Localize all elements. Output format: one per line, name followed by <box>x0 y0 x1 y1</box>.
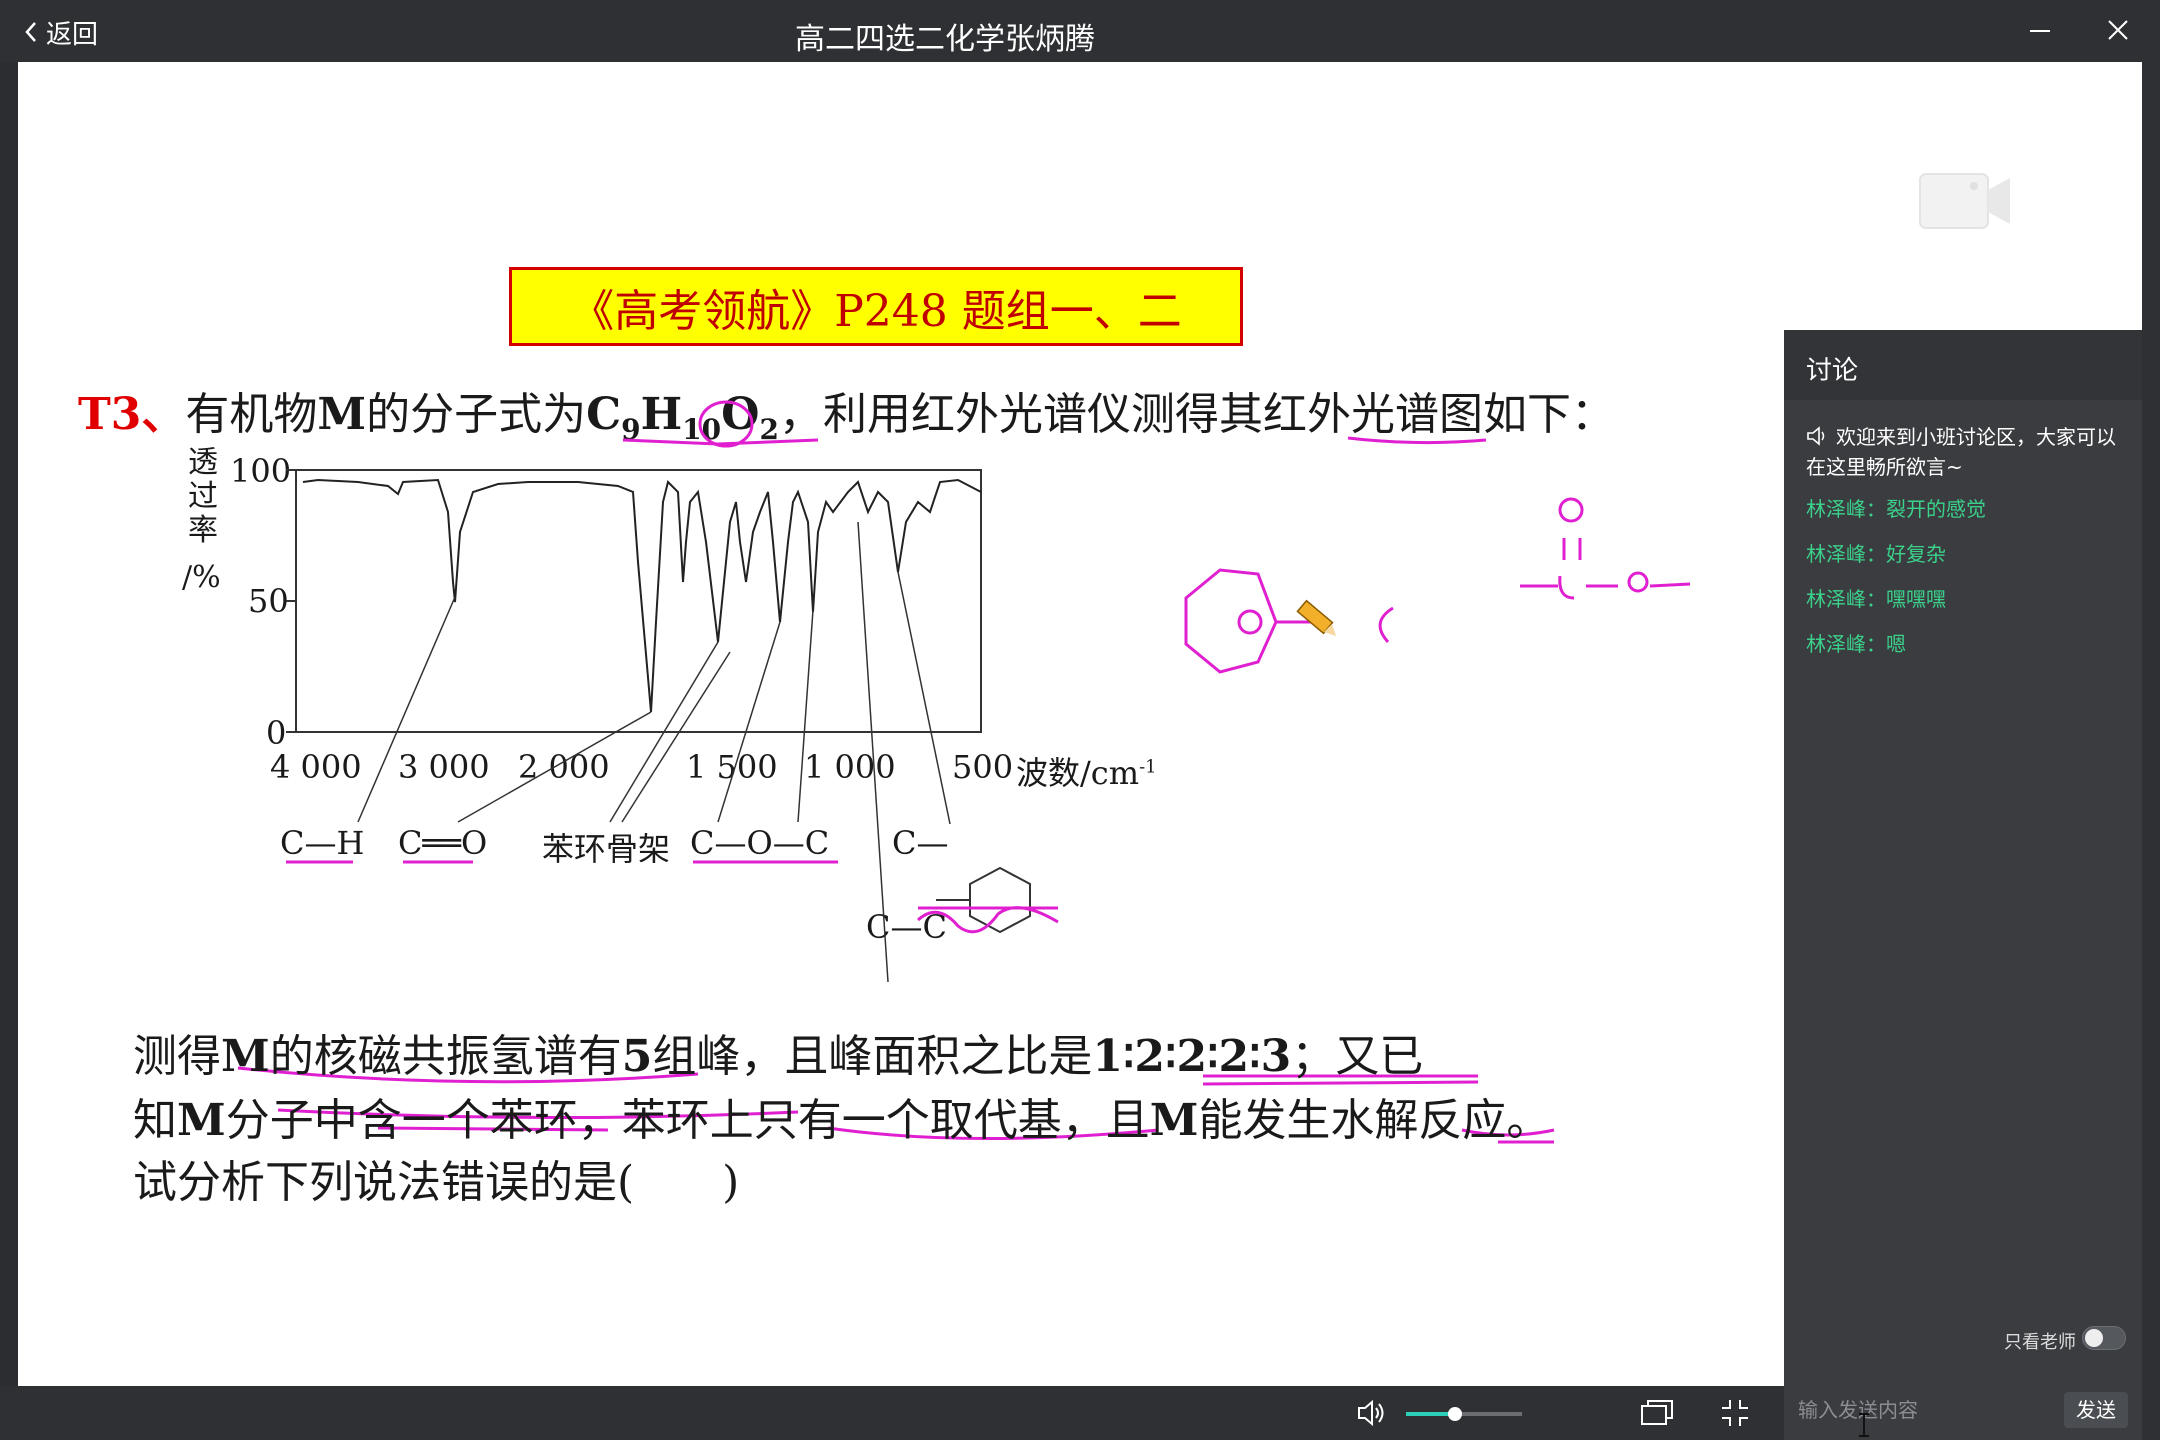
slide-canvas: 《高考领航》P248 题组一、二 T3、有机物M的分子式为C9H10O2，利用红… <box>18 62 1784 1386</box>
p2-text-c: 能发生水解反应。 <box>1198 1095 1551 1146</box>
chat-message: 林泽峰：嘿嘿嘿 <box>1806 587 1946 611</box>
close-icon <box>2108 20 2128 40</box>
chat-message: 林泽峰：嗯 <box>1806 632 1906 656</box>
p1-text-b: 的核磁共振氢谱有 <box>269 1031 622 1082</box>
chat-message-system: 欢迎来到小班讨论区，大家可以在这里畅所欲言~ <box>1806 425 2116 479</box>
p2-text-b: 分子中含一个苯环，苯环上只有一个取代基，且 <box>225 1095 1150 1146</box>
paragraph-1: 测得M的核磁共振氢谱有5组峰，且峰面积之比是1∶2∶2∶2∶3；又已 <box>133 1020 1423 1084</box>
text-cursor-icon <box>1859 1413 1869 1437</box>
p1-text-d: ；又已 <box>1291 1031 1424 1082</box>
close-button[interactable] <box>2098 14 2138 48</box>
pencil-icon <box>1296 599 1336 636</box>
chat-panel: 讨论 欢迎来到小班讨论区，大家可以在这里畅所欲言~ 林泽峰：裂开的感觉 林泽峰：… <box>1784 330 2142 1386</box>
chat-input-bar: 发送 <box>1784 1386 2142 1440</box>
video-camera-icon <box>1919 173 2010 229</box>
window-title: 高二四选二化学张炳腾 <box>795 22 1095 57</box>
chat-message: 林泽峰：好复杂 <box>1806 542 1946 566</box>
minimize-button[interactable] <box>2020 14 2060 48</box>
p2-text-a: 知 <box>133 1095 177 1146</box>
paragraph-3: 试分析下列说法错误的是( ) <box>133 1157 740 1208</box>
send-button[interactable]: 发送 <box>2064 1392 2128 1428</box>
p1-ratio: 1∶2∶2∶2∶3 <box>1092 1031 1292 1082</box>
chat-header: 讨论 <box>1784 330 2142 400</box>
paragraph-2: 知M分子中含一个苯环，苯环上只有一个取代基，且M能发生水解反应。 <box>133 1084 1550 1148</box>
p1-text-c: 组峰，且峰面积之比是 <box>652 1031 1093 1082</box>
chat-input[interactable] <box>1798 1390 2048 1430</box>
minimize-icon <box>2030 30 2050 32</box>
window-mode-icon[interactable] <box>1640 1398 1674 1428</box>
exit-fullscreen-icon[interactable] <box>1720 1398 1750 1428</box>
p2-m: M <box>177 1095 226 1146</box>
toggle-knob <box>2085 1329 2103 1347</box>
teacher-only-toggle[interactable] <box>2082 1326 2126 1350</box>
chat-message: 林泽峰：裂开的感觉 <box>1806 497 1986 521</box>
volume-icon[interactable] <box>1356 1398 1386 1428</box>
teacher-only-label: 只看老师 <box>2004 1332 2076 1353</box>
p1-m: M <box>221 1031 270 1082</box>
title-bar: 返回 高二四选二化学张炳腾 <box>0 0 2160 62</box>
p2-m2: M <box>1149 1095 1199 1146</box>
p1-text-a: 测得 <box>133 1031 221 1082</box>
p1-peaks: 5 <box>621 1031 653 1082</box>
volume-slider-knob[interactable] <box>1447 1407 1462 1421</box>
window-edge <box>2142 62 2160 1440</box>
